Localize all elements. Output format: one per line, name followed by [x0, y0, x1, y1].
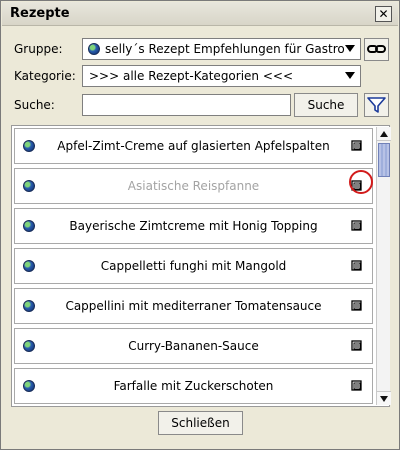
link-icon	[367, 45, 386, 53]
filter-icon	[367, 97, 386, 113]
recipe-name: Bayerische Zimtcreme mit Honig Topping	[69, 219, 318, 233]
recipe-name: Asiatische Reispfanne	[127, 179, 260, 193]
list-item[interactable]: Bayerische Zimtcreme mit Honig Topping	[14, 208, 373, 244]
arrow-down-icon	[380, 396, 388, 402]
globe-icon	[23, 340, 35, 352]
list-item[interactable]: Curry-Bananen-Sauce	[14, 328, 373, 364]
close-icon[interactable]: ✕	[375, 6, 392, 22]
recipes-dialog: Rezepte ✕ Gruppe: selly´s Rezept Empfehl…	[0, 0, 400, 450]
window-title: Rezepte	[10, 6, 70, 21]
category-select[interactable]: >>> alle Rezept-Kategorien <<<	[82, 65, 361, 87]
recipe-name: Cappelletti funghi mit Mangold	[100, 259, 287, 273]
search-button[interactable]: Suche	[294, 93, 358, 117]
globe-icon	[23, 220, 35, 232]
title-bar: Rezepte ✕	[2, 2, 398, 26]
recipe-list[interactable]: Apfel-Zimt-Creme auf glasierten Apfelspa…	[11, 125, 391, 407]
group-select[interactable]: selly´s Rezept Empfehlungen für Gastro .…	[82, 38, 361, 60]
search-input[interactable]	[82, 94, 291, 116]
category-label: Kategorie:	[14, 69, 76, 83]
book-icon[interactable]	[350, 340, 364, 352]
list-item[interactable]: Cappellini mit mediterraner Tomatensauce	[14, 288, 373, 324]
group-select-value: selly´s Rezept Empfehlungen für Gastro .…	[105, 42, 345, 56]
book-icon[interactable]	[350, 140, 364, 152]
recipe-name: Cappellini mit mediterraner Tomatensauce	[65, 299, 322, 313]
book-icon[interactable]	[350, 260, 364, 272]
list-item[interactable]: Asiatische Reispfanne	[14, 168, 373, 204]
globe-icon	[23, 140, 35, 152]
globe-icon	[23, 260, 35, 272]
category-select-value: >>> alle Rezept-Kategorien <<<	[89, 69, 294, 83]
book-icon[interactable]	[350, 220, 364, 232]
chevron-down-icon[interactable]	[345, 45, 355, 52]
book-icon[interactable]	[350, 300, 364, 312]
arrow-up-icon	[380, 131, 388, 137]
globe-icon	[23, 380, 35, 392]
recipe-name: Farfalle mit Zuckerschoten	[113, 379, 274, 393]
list-scrollbar[interactable]	[376, 127, 391, 405]
globe-icon	[23, 300, 35, 312]
book-icon[interactable]	[350, 380, 364, 392]
scroll-thumb[interactable]	[378, 143, 390, 177]
recipe-name: Curry-Bananen-Sauce	[128, 339, 259, 353]
list-item[interactable]: Cappelletti funghi mit Mangold	[14, 248, 373, 284]
link-button[interactable]	[364, 38, 389, 61]
globe-icon	[23, 180, 35, 192]
list-item[interactable]: Farfalle mit Zuckerschoten	[14, 368, 373, 404]
list-item[interactable]: Apfel-Zimt-Creme auf glasierten Apfelspa…	[14, 128, 373, 164]
globe-icon	[88, 43, 100, 55]
search-label: Suche:	[14, 98, 55, 112]
group-label: Gruppe:	[14, 42, 63, 56]
scroll-up-button[interactable]	[377, 127, 391, 141]
recipe-name: Apfel-Zimt-Creme auf glasierten Apfelspa…	[57, 139, 330, 153]
scroll-down-button[interactable]	[377, 391, 391, 405]
close-button[interactable]: Schließen	[158, 411, 243, 435]
highlight-circle	[349, 170, 373, 194]
filter-button[interactable]	[364, 93, 389, 117]
chevron-down-icon[interactable]	[345, 72, 355, 79]
